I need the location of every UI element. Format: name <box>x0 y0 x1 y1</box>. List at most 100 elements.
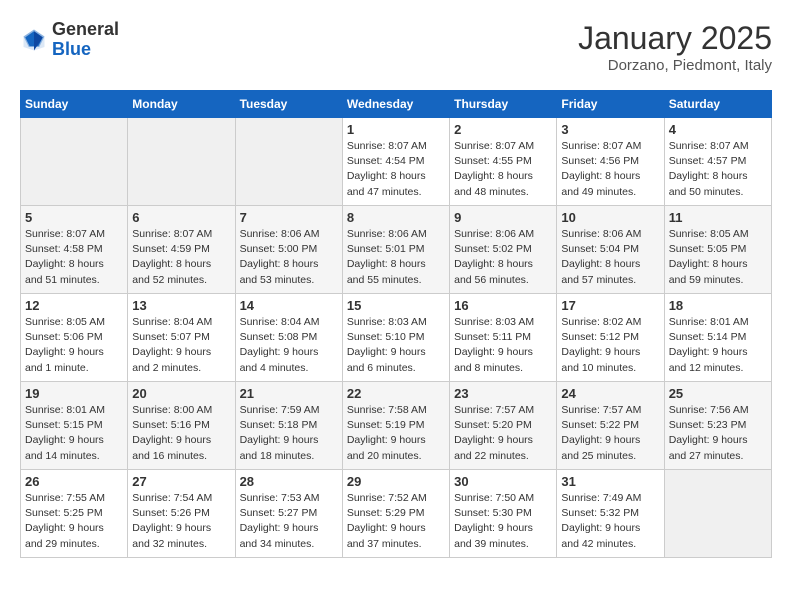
calendar-cell: 4 Sunrise: 8:07 AM Sunset: 4:57 PM Daylig… <box>664 118 771 206</box>
day-number: 21 <box>240 386 338 401</box>
day-number: 18 <box>669 298 767 313</box>
calendar-cell: 26Sunrise: 7:55 AM Sunset: 5:25 PM Dayli… <box>21 470 128 558</box>
calendar-cell: 5 Sunrise: 8:07 AM Sunset: 4:58 PM Daylig… <box>21 206 128 294</box>
day-number: 14 <box>240 298 338 313</box>
calendar-cell <box>235 118 342 206</box>
calendar-cell: 19 Sunrise: 8:01 AM Sunset: 5:15 PM Dayli… <box>21 382 128 470</box>
day-info: Sunrise: 8:07 AM Sunset: 4:56 PM Dayligh… <box>561 139 659 200</box>
day-info: Sunrise: 7:58 AM Sunset: 5:19 PM Dayligh… <box>347 403 445 464</box>
day-info: Sunrise: 8:03 AM Sunset: 5:10 PM Dayligh… <box>347 315 445 376</box>
calendar-cell: 29 Sunrise: 7:52 AM Sunset: 5:29 PM Dayli… <box>342 470 449 558</box>
day-info: Sunrise: 8:07 AM Sunset: 4:58 PM Dayligh… <box>25 227 123 288</box>
weekday-header-thursday: Thursday <box>450 91 557 118</box>
calendar-subtitle: Dorzano, Piedmont, Italy <box>578 57 772 74</box>
day-info: Sunrise: 7:56 AM Sunset: 5:23 PM Dayligh… <box>669 403 767 464</box>
calendar-cell: 3 Sunrise: 8:07 AM Sunset: 4:56 PM Daylig… <box>557 118 664 206</box>
calendar-cell: 23Sunrise: 7:57 AM Sunset: 5:20 PM Dayli… <box>450 382 557 470</box>
calendar-week-4: 19 Sunrise: 8:01 AM Sunset: 5:15 PM Dayli… <box>21 382 772 470</box>
calendar-cell: 31 Sunrise: 7:49 AM Sunset: 5:32 PM Dayli… <box>557 470 664 558</box>
calendar-cell: 8 Sunrise: 8:06 AM Sunset: 5:01 PM Daylig… <box>342 206 449 294</box>
page-header: General Blue January 2025 Dorzano, Piedm… <box>20 20 772 74</box>
day-number: 31 <box>561 474 659 489</box>
calendar-cell: 22 Sunrise: 7:58 AM Sunset: 5:19 PM Dayli… <box>342 382 449 470</box>
day-number: 16 <box>454 298 552 313</box>
day-number: 1 <box>347 122 445 137</box>
day-info: Sunrise: 8:01 AM Sunset: 5:15 PM Dayligh… <box>25 403 123 464</box>
day-info: Sunrise: 8:01 AM Sunset: 5:14 PM Dayligh… <box>669 315 767 376</box>
calendar-cell: 2 Sunrise: 8:07 AM Sunset: 4:55 PM Daylig… <box>450 118 557 206</box>
calendar-cell: 14 Sunrise: 8:04 AM Sunset: 5:08 PM Dayli… <box>235 294 342 382</box>
day-number: 26 <box>25 474 123 489</box>
calendar-cell: 18 Sunrise: 8:01 AM Sunset: 5:14 PM Dayli… <box>664 294 771 382</box>
calendar-body: 1 Sunrise: 8:07 AM Sunset: 4:54 PM Daylig… <box>21 118 772 558</box>
day-info: Sunrise: 7:54 AM Sunset: 5:26 PM Dayligh… <box>132 491 230 552</box>
day-number: 6 <box>132 210 230 225</box>
day-number: 8 <box>347 210 445 225</box>
day-info: Sunrise: 8:06 AM Sunset: 5:00 PM Dayligh… <box>240 227 338 288</box>
calendar-cell: 10Sunrise: 8:06 AM Sunset: 5:04 PM Dayli… <box>557 206 664 294</box>
day-info: Sunrise: 8:04 AM Sunset: 5:07 PM Dayligh… <box>132 315 230 376</box>
logo-text: General Blue <box>52 20 119 60</box>
title-block: January 2025 Dorzano, Piedmont, Italy <box>578 20 772 74</box>
weekday-header-monday: Monday <box>128 91 235 118</box>
calendar-cell: 17 Sunrise: 8:02 AM Sunset: 5:12 PM Dayli… <box>557 294 664 382</box>
day-info: Sunrise: 8:02 AM Sunset: 5:12 PM Dayligh… <box>561 315 659 376</box>
day-number: 7 <box>240 210 338 225</box>
calendar-cell: 25 Sunrise: 7:56 AM Sunset: 5:23 PM Dayli… <box>664 382 771 470</box>
day-info: Sunrise: 7:53 AM Sunset: 5:27 PM Dayligh… <box>240 491 338 552</box>
day-number: 25 <box>669 386 767 401</box>
day-number: 30 <box>454 474 552 489</box>
calendar-table: SundayMondayTuesdayWednesdayThursdayFrid… <box>20 90 772 558</box>
logo: General Blue <box>20 20 119 60</box>
day-info: Sunrise: 8:07 AM Sunset: 4:57 PM Dayligh… <box>669 139 767 200</box>
day-info: Sunrise: 8:05 AM Sunset: 5:06 PM Dayligh… <box>25 315 123 376</box>
weekday-header-saturday: Saturday <box>664 91 771 118</box>
day-info: Sunrise: 7:49 AM Sunset: 5:32 PM Dayligh… <box>561 491 659 552</box>
day-info: Sunrise: 8:07 AM Sunset: 4:59 PM Dayligh… <box>132 227 230 288</box>
weekday-header-sunday: Sunday <box>21 91 128 118</box>
day-number: 17 <box>561 298 659 313</box>
calendar-cell: 16Sunrise: 8:03 AM Sunset: 5:11 PM Dayli… <box>450 294 557 382</box>
calendar-cell <box>664 470 771 558</box>
calendar-cell: 9 Sunrise: 8:06 AM Sunset: 5:02 PM Daylig… <box>450 206 557 294</box>
day-info: Sunrise: 7:59 AM Sunset: 5:18 PM Dayligh… <box>240 403 338 464</box>
day-number: 22 <box>347 386 445 401</box>
calendar-week-5: 26Sunrise: 7:55 AM Sunset: 5:25 PM Dayli… <box>21 470 772 558</box>
day-info: Sunrise: 8:00 AM Sunset: 5:16 PM Dayligh… <box>132 403 230 464</box>
day-number: 24 <box>561 386 659 401</box>
day-number: 3 <box>561 122 659 137</box>
day-number: 13 <box>132 298 230 313</box>
day-number: 28 <box>240 474 338 489</box>
day-info: Sunrise: 7:57 AM Sunset: 5:22 PM Dayligh… <box>561 403 659 464</box>
calendar-cell: 28 Sunrise: 7:53 AM Sunset: 5:27 PM Dayli… <box>235 470 342 558</box>
day-number: 12 <box>25 298 123 313</box>
calendar-cell: 20 Sunrise: 8:00 AM Sunset: 5:16 PM Dayli… <box>128 382 235 470</box>
weekday-header-friday: Friday <box>557 91 664 118</box>
calendar-cell: 21 Sunrise: 7:59 AM Sunset: 5:18 PM Dayli… <box>235 382 342 470</box>
calendar-week-3: 12 Sunrise: 8:05 AM Sunset: 5:06 PM Dayli… <box>21 294 772 382</box>
day-info: Sunrise: 7:50 AM Sunset: 5:30 PM Dayligh… <box>454 491 552 552</box>
weekday-header-tuesday: Tuesday <box>235 91 342 118</box>
calendar-cell: 6 Sunrise: 8:07 AM Sunset: 4:59 PM Daylig… <box>128 206 235 294</box>
calendar-cell: 15Sunrise: 8:03 AM Sunset: 5:10 PM Dayli… <box>342 294 449 382</box>
day-info: Sunrise: 8:06 AM Sunset: 5:04 PM Dayligh… <box>561 227 659 288</box>
day-info: Sunrise: 7:52 AM Sunset: 5:29 PM Dayligh… <box>347 491 445 552</box>
day-number: 29 <box>347 474 445 489</box>
calendar-cell <box>128 118 235 206</box>
day-number: 9 <box>454 210 552 225</box>
day-number: 2 <box>454 122 552 137</box>
day-number: 11 <box>669 210 767 225</box>
day-info: Sunrise: 8:06 AM Sunset: 5:01 PM Dayligh… <box>347 227 445 288</box>
day-number: 4 <box>669 122 767 137</box>
day-number: 5 <box>25 210 123 225</box>
day-number: 19 <box>25 386 123 401</box>
day-number: 20 <box>132 386 230 401</box>
day-info: Sunrise: 8:07 AM Sunset: 4:54 PM Dayligh… <box>347 139 445 200</box>
day-info: Sunrise: 8:04 AM Sunset: 5:08 PM Dayligh… <box>240 315 338 376</box>
calendar-cell: 13 Sunrise: 8:04 AM Sunset: 5:07 PM Dayli… <box>128 294 235 382</box>
day-info: Sunrise: 8:06 AM Sunset: 5:02 PM Dayligh… <box>454 227 552 288</box>
day-number: 23 <box>454 386 552 401</box>
day-info: Sunrise: 8:07 AM Sunset: 4:55 PM Dayligh… <box>454 139 552 200</box>
calendar-cell: 7 Sunrise: 8:06 AM Sunset: 5:00 PM Daylig… <box>235 206 342 294</box>
calendar-cell: 24 Sunrise: 7:57 AM Sunset: 5:22 PM Dayli… <box>557 382 664 470</box>
